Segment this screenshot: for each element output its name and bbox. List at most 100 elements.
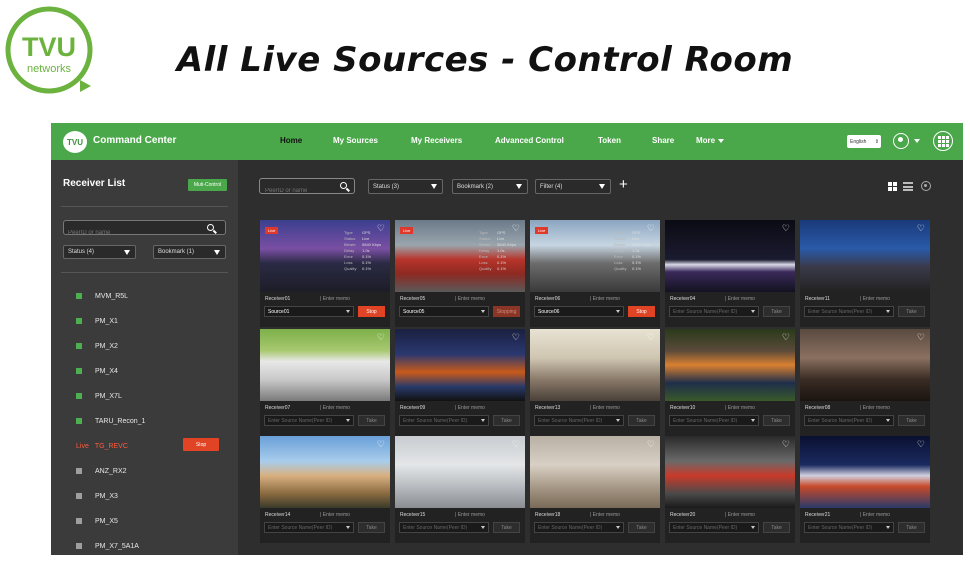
video-thumbnail[interactable] xyxy=(395,436,525,508)
take-button[interactable]: Take xyxy=(763,415,790,426)
receiver-item-live[interactable]: Live TG_REVC xyxy=(76,441,128,451)
apps-grid-icon[interactable] xyxy=(933,131,953,151)
user-icon[interactable] xyxy=(893,133,909,149)
source-select[interactable]: Enter Source Name(Peer ID) xyxy=(264,415,354,426)
source-select[interactable]: Source05 xyxy=(399,306,489,317)
take-button[interactable]: Take xyxy=(493,522,520,533)
receiver-item[interactable]: PM_X3 xyxy=(76,491,118,501)
bookmark-heart-icon[interactable]: ♡ xyxy=(377,333,385,342)
receiver-item[interactable]: PM_X1 xyxy=(76,316,118,326)
take-button[interactable]: Take xyxy=(358,522,385,533)
memo-field[interactable]: | Enter memo xyxy=(590,405,620,411)
search-icon[interactable] xyxy=(340,182,347,189)
list-view-icon[interactable] xyxy=(903,182,913,191)
receiver-search-input[interactable] xyxy=(64,225,200,241)
receiver-card[interactable]: ♡ Receiver15 | Enter memo Enter Source Name… xyxy=(395,436,525,543)
receiver-item[interactable]: PM_X2 xyxy=(76,341,118,351)
source-select[interactable]: Enter Source Name(Peer ID) xyxy=(534,415,624,426)
take-button[interactable]: Take xyxy=(898,415,925,426)
receiver-card[interactable]: ♡ Live Type GPS Status Live Bitrate 5840 Kbps De… xyxy=(260,220,390,327)
receiver-item[interactable]: PM_X5 xyxy=(76,516,118,526)
take-button[interactable]: Take xyxy=(898,306,925,317)
bookmark-heart-icon[interactable]: ♡ xyxy=(917,333,925,342)
receiver-card[interactable]: ♡ Receiver20 | Enter memo Enter Source Name… xyxy=(665,436,795,543)
stop-button[interactable]: Stop xyxy=(183,438,219,451)
memo-field[interactable]: | Enter memo xyxy=(590,296,620,302)
receiver-card[interactable]: ♡ Receiver18 | Enter memo Enter Source Name… xyxy=(530,436,660,543)
take-button[interactable]: Take xyxy=(898,522,925,533)
source-select[interactable]: Enter Source Name(Peer ID) xyxy=(669,306,759,317)
video-thumbnail[interactable] xyxy=(530,436,660,508)
stop-button[interactable]: Stop xyxy=(358,306,385,317)
receiver-card[interactable]: ♡ Receiver04 | Enter memo Enter Source Name… xyxy=(665,220,795,327)
video-thumbnail[interactable] xyxy=(800,329,930,401)
search-icon[interactable] xyxy=(207,224,214,231)
status-filter-dropdown[interactable]: Status (3) xyxy=(368,179,443,194)
grid-view-icon[interactable] xyxy=(888,182,897,191)
memo-field[interactable]: | Enter memo xyxy=(725,512,755,518)
memo-field[interactable]: | Enter memo xyxy=(860,296,890,302)
memo-field[interactable]: | Enter memo xyxy=(320,512,350,518)
nav-advanced-control[interactable]: Advanced Control xyxy=(495,136,564,145)
take-button[interactable]: Take xyxy=(763,306,790,317)
video-thumbnail[interactable] xyxy=(800,436,930,508)
chevron-down-icon[interactable] xyxy=(914,139,920,143)
bookmark-heart-icon[interactable]: ♡ xyxy=(917,440,925,449)
receiver-item[interactable]: MVM_R5L xyxy=(76,291,128,301)
nav-my-receivers[interactable]: My Receivers xyxy=(411,136,462,145)
receiver-card[interactable]: ♡ Receiver13 | Enter memo Enter Source Name… xyxy=(530,329,660,436)
memo-field[interactable]: | Enter memo xyxy=(455,405,485,411)
receiver-card[interactable]: ♡ Receiver14 | Enter memo Enter Source Name… xyxy=(260,436,390,543)
video-thumbnail[interactable] xyxy=(665,220,795,292)
source-select[interactable]: Enter Source Name(Peer ID) xyxy=(399,522,489,533)
receiver-item[interactable]: PM_X7_5A1A xyxy=(76,541,139,551)
receiver-card[interactable]: ♡ Receiver10 | Enter memo Enter Source Name… xyxy=(665,329,795,436)
memo-field[interactable]: | Enter memo xyxy=(590,512,620,518)
bookmark-heart-icon[interactable]: ♡ xyxy=(782,224,790,233)
filter-dropdown[interactable]: Filter (4) xyxy=(535,179,611,194)
nav-more[interactable]: More xyxy=(696,136,725,145)
receiver-card[interactable]: ♡ Receiver07 | Enter memo Enter Source Name… xyxy=(260,329,390,436)
bookmark-heart-icon[interactable]: ♡ xyxy=(917,224,925,233)
nav-home[interactable]: Home xyxy=(280,136,302,145)
nav-share[interactable]: Share xyxy=(652,136,674,145)
source-select[interactable]: Enter Source Name(Peer ID) xyxy=(804,415,894,426)
video-thumbnail[interactable] xyxy=(800,220,930,292)
nav-token[interactable]: Token xyxy=(598,136,621,145)
receiver-card[interactable]: ♡ Receiver08 | Enter memo Enter Source Name… xyxy=(800,329,930,436)
bookmark-filter-dropdown[interactable]: Bookmark (1) xyxy=(153,245,226,259)
receiver-item[interactable]: PM_X7L xyxy=(76,391,122,401)
memo-field[interactable]: | Enter memo xyxy=(860,512,890,518)
take-button[interactable]: Take xyxy=(763,522,790,533)
memo-field[interactable]: | Enter memo xyxy=(455,512,485,518)
video-thumbnail[interactable] xyxy=(260,436,390,508)
source-select[interactable]: Enter Source Name(Peer ID) xyxy=(534,522,624,533)
memo-field[interactable]: | Enter memo xyxy=(860,405,890,411)
memo-field[interactable]: | Enter memo xyxy=(320,296,350,302)
bookmark-heart-icon[interactable]: ♡ xyxy=(512,333,520,342)
source-select[interactable]: Enter Source Name(Peer ID) xyxy=(804,306,894,317)
source-select[interactable]: Source06 xyxy=(534,306,624,317)
stop-button[interactable]: Stop xyxy=(628,306,655,317)
bookmark-heart-icon[interactable]: ♡ xyxy=(647,333,655,342)
bookmark-heart-icon[interactable]: ♡ xyxy=(512,440,520,449)
source-select[interactable]: Enter Source Name(Peer ID) xyxy=(804,522,894,533)
memo-field[interactable]: | Enter memo xyxy=(725,296,755,302)
plus-icon[interactable]: + xyxy=(619,177,628,192)
receiver-item[interactable]: TARU_Recon_1 xyxy=(76,416,145,426)
source-select[interactable]: Enter Source Name(Peer ID) xyxy=(264,522,354,533)
multi-control-button[interactable]: Muti-Control xyxy=(188,179,227,191)
source-search-input[interactable] xyxy=(260,183,337,199)
bookmark-heart-icon[interactable]: ♡ xyxy=(377,440,385,449)
bookmark-heart-icon[interactable]: ♡ xyxy=(647,440,655,449)
receiver-card[interactable]: ♡ Live Type GPS Status Live Bitrate 5840 Kbps De… xyxy=(395,220,525,327)
receiver-item[interactable]: PM_X4 xyxy=(76,366,118,376)
stopping-button[interactable]: Stopping xyxy=(493,306,520,317)
bookmark-heart-icon[interactable]: ♡ xyxy=(782,440,790,449)
video-thumbnail[interactable] xyxy=(260,329,390,401)
language-select[interactable]: English ⇕ xyxy=(847,135,881,148)
source-select[interactable]: Source01 xyxy=(264,306,354,317)
source-select[interactable]: Enter Source Name(Peer ID) xyxy=(669,522,759,533)
memo-field[interactable]: | Enter memo xyxy=(725,405,755,411)
video-thumbnail[interactable] xyxy=(665,329,795,401)
